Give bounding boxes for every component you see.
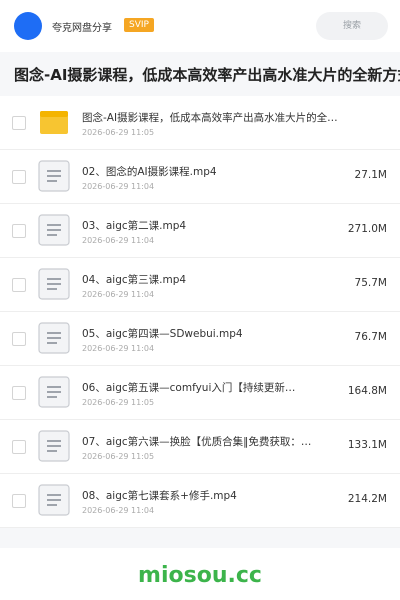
row-checkbox[interactable] (12, 224, 26, 238)
app-name: 夸克网盘分享 (52, 23, 112, 34)
file-row[interactable]: 02、图念的AI摄影课程.mp4 2026-06-29 11:04 27.1M (0, 150, 400, 204)
folder-icon (40, 111, 68, 134)
file-name: 08、aigc第七课套系+修手.mp4 (82, 490, 237, 502)
row-checkbox[interactable] (12, 332, 26, 346)
row-checkbox[interactable] (12, 278, 26, 292)
file-name: 05、aigc第四课—SDwebui.mp4 (82, 328, 243, 340)
video-file-icon (38, 484, 70, 516)
file-row[interactable]: 04、aigc第三课.mp4 2026-06-29 11:04 75.7M (0, 258, 400, 312)
video-file-icon (38, 430, 70, 462)
file-size: 271.0M (347, 223, 387, 235)
file-name: 07、aigc第六课—换脸【优质合集‖免费获取：c… (82, 436, 312, 448)
svip-badge: SVIP (124, 18, 154, 32)
search-placeholder: 搜索 (342, 21, 361, 31)
list-end-divider (0, 528, 400, 548)
file-name: 06、aigc第五课—comfyui入门【持续更新… (82, 382, 296, 394)
file-row[interactable]: 03、aigc第二课.mp4 2026-06-29 11:04 271.0M (0, 204, 400, 258)
row-checkbox[interactable] (12, 170, 26, 184)
file-date: 2026-06-29 11:05 (82, 398, 155, 407)
video-file-icon (38, 376, 70, 408)
search-input[interactable]: 搜索 (316, 12, 388, 40)
file-name: 04、aigc第三课.mp4 (82, 274, 187, 286)
header: 夸克网盘分享 SVIP 搜索 (0, 0, 400, 52)
video-file-icon (38, 214, 70, 246)
file-date: 2026-06-29 11:04 (82, 290, 155, 299)
title-banner: 图念-AI摄影课程，低成本高效率产出高水准大片的全新方式 (0, 52, 400, 96)
row-checkbox[interactable] (12, 440, 26, 454)
file-name: 02、图念的AI摄影课程.mp4 (82, 166, 217, 178)
video-file-icon (38, 268, 70, 300)
video-file-icon (38, 322, 70, 354)
file-date: 2026-06-29 11:04 (82, 506, 155, 515)
file-date: 2026-06-29 11:05 (82, 452, 155, 461)
video-file-icon (38, 160, 70, 192)
row-checkbox[interactable] (12, 386, 26, 400)
file-size: 27.1M (354, 169, 387, 181)
file-row[interactable]: 08、aigc第七课套系+修手.mp4 2026-06-29 11:04 214… (0, 474, 400, 528)
file-date: 2026-06-29 11:04 (82, 344, 155, 353)
file-size: 76.7M (354, 331, 387, 343)
row-checkbox[interactable] (12, 116, 26, 130)
file-date: 2026-06-29 11:05 (82, 128, 155, 137)
file-row[interactable]: 05、aigc第四课—SDwebui.mp4 2026-06-29 11:04 … (0, 312, 400, 366)
file-row[interactable]: 06、aigc第五课—comfyui入门【持续更新… 2026-06-29 11… (0, 366, 400, 420)
watermark-logo: miosou.cc (138, 563, 262, 588)
file-date: 2026-06-29 11:04 (82, 236, 155, 245)
file-row[interactable]: 07、aigc第六课—换脸【优质合集‖免费获取：c… 2026-06-29 11… (0, 420, 400, 474)
file-size: 214.2M (347, 493, 387, 505)
file-row-folder[interactable]: 图念-AI摄影课程，低成本高效率产出高水准大片的全… 2026-06-29 11… (0, 96, 400, 150)
file-name: 图念-AI摄影课程，低成本高效率产出高水准大片的全… (82, 112, 338, 124)
file-size: 164.8M (347, 385, 387, 397)
file-size: 133.1M (347, 439, 387, 451)
row-checkbox[interactable] (12, 494, 26, 508)
file-size: 75.7M (354, 277, 387, 289)
page-title: 图念-AI摄影课程，低成本高效率产出高水准大片的全新方式 (14, 66, 400, 84)
avatar[interactable] (14, 12, 42, 40)
file-name: 03、aigc第二课.mp4 (82, 220, 187, 232)
file-date: 2026-06-29 11:04 (82, 182, 155, 191)
